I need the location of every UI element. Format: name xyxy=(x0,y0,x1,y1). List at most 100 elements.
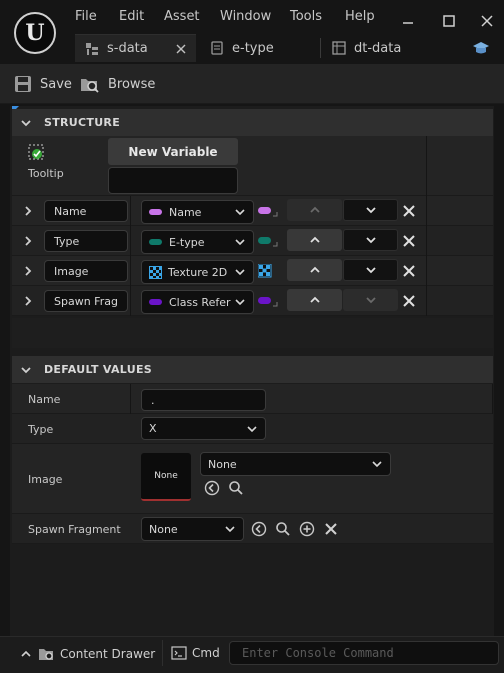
content-drawer-button[interactable]: Content Drawer xyxy=(20,646,155,662)
container-type-icon[interactable] xyxy=(258,234,278,248)
chevron-down-icon xyxy=(232,208,245,216)
default-type-dropdown[interactable]: X xyxy=(141,417,266,440)
chevron-down-icon xyxy=(365,206,377,214)
move-down-button[interactable] xyxy=(343,199,398,221)
cmd-button[interactable]: Cmd xyxy=(171,646,220,660)
divider xyxy=(426,226,427,256)
divider xyxy=(130,286,131,316)
move-down-button[interactable] xyxy=(343,289,398,311)
field-name-input[interactable]: Spawn Frag xyxy=(44,290,128,312)
move-up-button[interactable] xyxy=(287,289,342,311)
default-name-label: Name xyxy=(28,393,61,406)
expand-chevron-icon[interactable] xyxy=(22,295,34,307)
expand-chevron-icon[interactable] xyxy=(22,265,34,277)
chevron-up-icon xyxy=(309,296,321,304)
section-title: DEFAULT VALUES xyxy=(44,363,152,376)
structure-spacer xyxy=(12,318,493,348)
struct-icon xyxy=(85,42,99,56)
default-image-dropdown[interactable]: None xyxy=(200,452,391,476)
menu-help[interactable]: Help xyxy=(345,9,375,25)
tab-label: e-type xyxy=(232,40,274,56)
save-label: Save xyxy=(40,76,72,92)
add-variable-icon[interactable] xyxy=(28,144,46,162)
clear-icon[interactable] xyxy=(323,521,339,537)
dropdown-value: None xyxy=(149,522,178,536)
field-name-value: Image xyxy=(54,264,89,278)
save-icon xyxy=(14,75,32,93)
content-drawer-label: Content Drawer xyxy=(60,647,156,661)
save-button[interactable]: Save xyxy=(14,74,72,94)
move-up-button[interactable] xyxy=(287,199,342,221)
divider xyxy=(426,286,427,316)
delete-field-icon[interactable] xyxy=(401,233,417,249)
chevron-down-icon xyxy=(225,525,235,533)
default-type-label: Type xyxy=(28,423,54,436)
delete-field-icon[interactable] xyxy=(401,293,417,309)
structure-toolbar-row xyxy=(12,136,493,196)
expand-chevron-icon[interactable] xyxy=(22,235,34,247)
chevron-down-icon xyxy=(20,117,32,129)
close-tab-icon[interactable] xyxy=(176,44,186,54)
default-spawn-label: Spawn Fragment xyxy=(28,523,121,536)
field-name-input[interactable]: Name xyxy=(44,200,128,222)
tab-label: dt-data xyxy=(354,40,402,56)
menu-file[interactable]: File xyxy=(75,9,97,25)
browse-button[interactable]: Browse xyxy=(80,74,155,94)
move-up-button[interactable] xyxy=(287,229,342,251)
unreal-logo[interactable]: U xyxy=(14,12,56,54)
new-variable-button[interactable]: New Variable xyxy=(108,138,238,165)
menu-asset[interactable]: Asset xyxy=(164,9,200,25)
divider xyxy=(130,226,131,256)
close-window-icon[interactable] xyxy=(477,10,497,30)
browse-icon xyxy=(80,75,100,93)
tab-s-data[interactable]: s-data xyxy=(75,34,196,62)
graduation-cap-icon[interactable] xyxy=(472,39,490,57)
chevron-up-icon xyxy=(309,266,321,274)
field-type-dropdown[interactable]: E-type xyxy=(141,230,254,254)
field-type-dropdown[interactable]: Name xyxy=(141,200,254,224)
search-icon[interactable] xyxy=(228,480,244,496)
type-color-pill xyxy=(149,209,162,215)
use-selected-icon[interactable] xyxy=(251,521,267,537)
menu-edit[interactable]: Edit xyxy=(119,9,144,25)
field-name-input[interactable]: Type xyxy=(44,230,128,252)
expand-chevron-icon[interactable] xyxy=(22,205,34,217)
tab-dt-data[interactable]: dt-data xyxy=(332,34,432,62)
dropdown-value: X xyxy=(149,422,157,435)
maximize-icon[interactable] xyxy=(439,10,459,30)
menu-tools[interactable]: Tools xyxy=(290,9,322,25)
section-title: STRUCTURE xyxy=(44,116,121,129)
chevron-down-icon xyxy=(372,460,382,468)
texture-thumbnail[interactable]: None xyxy=(141,453,191,501)
move-down-button[interactable] xyxy=(343,259,398,281)
container-type-icon[interactable] xyxy=(258,294,278,308)
default-values-section-header[interactable]: DEFAULT VALUES xyxy=(12,356,493,383)
field-type-dropdown[interactable]: Class Refer xyxy=(141,290,254,314)
divider xyxy=(426,136,427,196)
container-type-icon[interactable] xyxy=(258,264,272,278)
field-name-input[interactable]: Image xyxy=(44,260,128,282)
dropdown-value: None xyxy=(208,457,237,471)
tooltip-input[interactable] xyxy=(108,167,238,194)
field-type-dropdown[interactable]: Texture 2D xyxy=(141,260,254,284)
move-up-button[interactable] xyxy=(287,259,342,281)
menu-window[interactable]: Window xyxy=(220,9,271,25)
delete-field-icon[interactable] xyxy=(401,203,417,219)
default-name-input[interactable]: . xyxy=(141,389,266,411)
default-spawn-dropdown[interactable]: None xyxy=(141,517,244,541)
divider xyxy=(130,196,131,226)
chevron-up-icon xyxy=(309,206,321,214)
delete-field-icon[interactable] xyxy=(401,263,417,279)
container-type-icon[interactable] xyxy=(258,204,278,218)
move-down-button[interactable] xyxy=(343,229,398,251)
structure-section-header[interactable]: STRUCTURE xyxy=(12,109,493,136)
chevron-down-icon xyxy=(365,236,377,244)
search-icon[interactable] xyxy=(275,521,291,537)
console-input[interactable]: Enter Console Command xyxy=(229,641,499,665)
add-icon[interactable] xyxy=(299,521,315,537)
datatable-icon xyxy=(332,41,346,55)
use-selected-icon[interactable] xyxy=(204,480,220,496)
minimize-icon[interactable] xyxy=(398,10,418,30)
field-type-value: Class Refer xyxy=(169,295,231,309)
tab-e-type[interactable]: e-type xyxy=(210,34,310,62)
